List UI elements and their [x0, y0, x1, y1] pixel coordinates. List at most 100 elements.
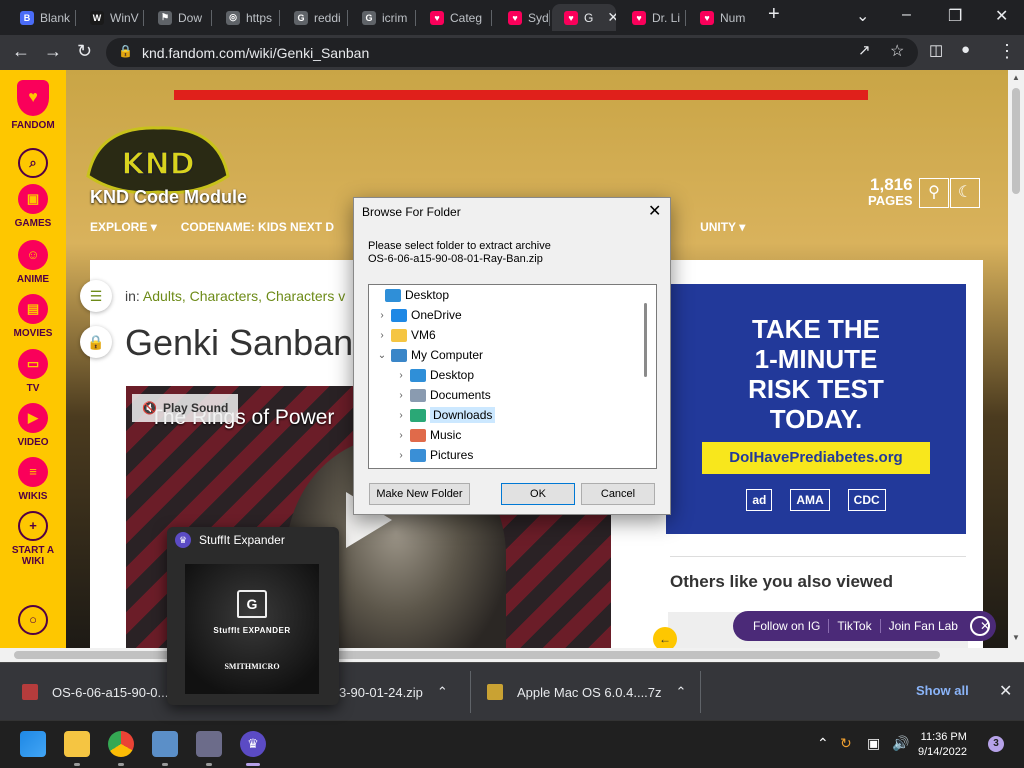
- clock[interactable]: 11:36 PM 9/14/2022: [918, 730, 967, 760]
- show-all-button[interactable]: Show all: [916, 683, 969, 698]
- folder-tree-item[interactable]: › Documents: [394, 385, 490, 405]
- carousel-prev-icon[interactable]: ←: [653, 627, 677, 648]
- fandom-nav-item[interactable]: ♥ FANDOM: [0, 80, 66, 131]
- download-item[interactable]: OS-6-06-a15-90-0....: [22, 663, 172, 721]
- folder-tree-item[interactable]: › Desktop: [394, 365, 474, 385]
- folder-tree[interactable]: Desktop › OneDrive › VM6 ⌄ My Computer › Desktop…: [368, 284, 657, 469]
- scroll-thumb[interactable]: [1012, 88, 1020, 194]
- expand-chevron-icon[interactable]: ›: [394, 370, 408, 381]
- browser-tab[interactable]: ♥ Categ: [418, 4, 492, 31]
- folder-tree-item[interactable]: ⌄ My Computer: [375, 345, 483, 365]
- fandom-nav-item[interactable]: ≡ WIKIS: [0, 457, 66, 502]
- browser-tab[interactable]: ♥ Sydn: [496, 4, 550, 31]
- browser-tab[interactable]: ♥ G ✕: [552, 4, 616, 31]
- dialog-close-icon[interactable]: ✕: [648, 201, 661, 221]
- expand-chevron-icon[interactable]: ›: [375, 330, 389, 341]
- fandom-nav-item[interactable]: ▭ TV: [0, 349, 66, 394]
- dark-mode-icon[interactable]: ☾: [950, 178, 980, 208]
- address-bar[interactable]: 🔒 knd.fandom.com/wiki/Genki_Sanban: [106, 38, 918, 67]
- expand-chevron-icon[interactable]: ›: [394, 450, 408, 461]
- wiki-name[interactable]: KND Code Module: [90, 187, 247, 208]
- fandom-nav-item[interactable]: ☺ ANIME: [0, 240, 66, 285]
- scroll-up-icon[interactable]: ▲: [1012, 73, 1020, 82]
- hscroll-thumb[interactable]: [14, 651, 940, 659]
- tab-close-icon[interactable]: ✕: [607, 9, 616, 26]
- back-icon[interactable]: ←: [12, 41, 30, 62]
- stuffit-preview[interactable]: ♛ StuffIt Expander G StuffIt EXPANDER SM…: [167, 527, 339, 705]
- expand-chevron-icon[interactable]: ›: [394, 430, 408, 441]
- close-downloads-icon[interactable]: ✕: [999, 681, 1012, 701]
- fandom-nav-item[interactable]: ⌕: [0, 148, 66, 182]
- tab-search-icon[interactable]: ⌄: [856, 6, 869, 26]
- play-sound-button[interactable]: 🔇 Play Sound: [132, 394, 239, 422]
- photos-icon[interactable]: [152, 731, 178, 757]
- sync-icon[interactable]: ↻: [840, 735, 852, 752]
- ok-button[interactable]: OK: [501, 483, 575, 505]
- expand-chevron-icon[interactable]: ›: [394, 390, 408, 401]
- browser-tab[interactable]: W WinV: [78, 4, 144, 31]
- fandom-nav-item[interactable]: ▶ VIDEO: [0, 403, 66, 448]
- start-icon[interactable]: [20, 731, 46, 757]
- menu-icon[interactable]: ⋮: [998, 41, 1016, 62]
- chevron-up-icon[interactable]: ⌃: [437, 684, 448, 700]
- forward-icon[interactable]: →: [44, 41, 62, 62]
- wiki-nav-explore[interactable]: EXPLORE ▾: [90, 220, 157, 234]
- restore-icon[interactable]: ❐: [948, 6, 962, 26]
- chrome-icon[interactable]: [108, 731, 134, 757]
- make-new-folder-button[interactable]: Make New Folder: [369, 483, 470, 505]
- stuffit-taskbar-icon[interactable]: ♛: [240, 731, 266, 757]
- folder-tree-item[interactable]: › Pictures: [394, 445, 473, 465]
- reload-icon[interactable]: ↻: [77, 41, 92, 62]
- cancel-button[interactable]: Cancel: [581, 483, 655, 505]
- browser-tab[interactable]: Gicrim: [350, 4, 416, 31]
- follow-ig-link[interactable]: Follow on IG: [745, 619, 830, 633]
- expand-chevron-icon[interactable]: ›: [394, 410, 408, 421]
- folder-tree-item[interactable]: › Music: [394, 425, 461, 445]
- chevron-up-icon[interactable]: ⌃: [817, 735, 829, 752]
- browser-tab[interactable]: B Blank: [8, 4, 76, 31]
- toc-icon[interactable]: ☰: [80, 280, 112, 312]
- browser-tab[interactable]: ♥ Dr. Li: [620, 4, 686, 31]
- wiki-nav-codename[interactable]: CODENAME: KIDS NEXT D: [181, 220, 334, 234]
- file-explorer-icon[interactable]: [64, 731, 90, 757]
- close-window-icon[interactable]: ✕: [995, 6, 1008, 26]
- horizontal-scrollbar[interactable]: [0, 648, 1024, 662]
- download-item[interactable]: 3-90-01-24.zip ⌃: [339, 663, 448, 721]
- fandom-nav-item[interactable]: ○: [0, 605, 66, 639]
- folder-tree-item[interactable]: › VM6: [375, 325, 435, 345]
- browser-tab[interactable]: ◎ https: [214, 4, 280, 31]
- fandom-nav-item[interactable]: ▣ GAMES: [0, 184, 66, 229]
- social-bar-close-icon[interactable]: ✕: [969, 616, 990, 636]
- folder-tree-item[interactable]: › Downloads: [394, 405, 496, 425]
- bookmark-star-icon[interactable]: ☆: [890, 41, 904, 61]
- wiki-nav-community[interactable]: UNITY ▾: [700, 220, 745, 234]
- expanded-chevron-icon[interactable]: ⌄: [375, 350, 389, 361]
- chevron-up-icon[interactable]: ⌃: [676, 684, 687, 700]
- minimize-icon[interactable]: –: [902, 6, 911, 24]
- tree-scrollbar[interactable]: [644, 303, 647, 377]
- wiki-search-icon[interactable]: ⚲: [919, 178, 949, 208]
- new-tab-button[interactable]: +: [768, 3, 780, 26]
- winrar-icon[interactable]: [196, 731, 222, 757]
- vertical-scrollbar[interactable]: ▲ ▼: [1008, 70, 1024, 648]
- fandom-nav-item[interactable]: ▤ MOVIES: [0, 294, 66, 339]
- scroll-down-icon[interactable]: ▼: [1012, 633, 1020, 642]
- folder-tree-item[interactable]: Desktop: [369, 285, 449, 305]
- profile-icon[interactable]: ●: [961, 41, 970, 58]
- side-panel-icon[interactable]: ◫: [929, 41, 943, 59]
- network-icon[interactable]: ▣: [867, 735, 880, 752]
- folder-tree-item[interactable]: › OneDrive: [375, 305, 461, 325]
- browser-tab[interactable]: ⚑ Dow: [146, 4, 212, 31]
- volume-icon[interactable]: 🔊: [892, 735, 909, 752]
- download-item[interactable]: Apple Mac OS 6.0.4....7z ⌃: [487, 663, 686, 721]
- browser-tab[interactable]: Greddi: [282, 4, 348, 31]
- share-icon[interactable]: ↗: [858, 41, 871, 59]
- ad-url[interactable]: DoIHavePrediabetes.org: [702, 442, 930, 474]
- expand-chevron-icon[interactable]: ›: [375, 310, 389, 321]
- top-ad-banner[interactable]: [174, 90, 868, 100]
- category-links[interactable]: Adults, Characters, Characters v: [143, 288, 345, 304]
- browser-tab[interactable]: ♥ Num: [688, 4, 754, 31]
- tiktok-link[interactable]: TikTok: [829, 619, 881, 633]
- side-ad[interactable]: TAKE THE 1-MINUTE RISK TEST TODAY. DoIHa…: [666, 284, 966, 534]
- fandom-nav-item[interactable]: + START A WIKI: [0, 511, 66, 567]
